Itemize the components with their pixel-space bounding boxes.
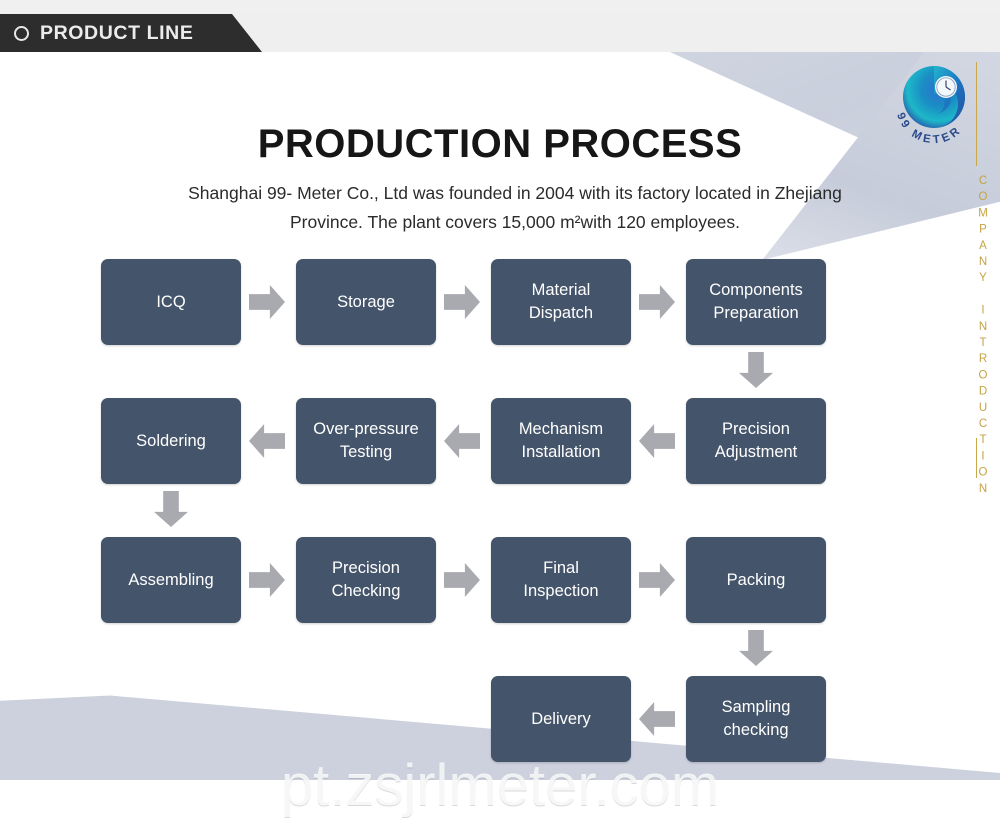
flow-box-icq[interactable]: ICQ bbox=[101, 259, 241, 345]
flow-box-mechanism-installation[interactable]: Mechanism Installation bbox=[491, 398, 631, 484]
flow-box-sampling-checking[interactable]: Sampling checking bbox=[686, 676, 826, 762]
product-line-tag[interactable]: PRODUCT LINE bbox=[0, 14, 262, 52]
flow-box-material-dispatch[interactable]: Material Dispatch bbox=[491, 259, 631, 345]
flow-box-label: Mechanism Installation bbox=[519, 418, 603, 464]
flow-box-label-line1: Mechanism bbox=[518, 420, 604, 438]
arrow-right-icon bbox=[639, 285, 675, 319]
flow-box-label-line2: Preparation bbox=[713, 304, 799, 322]
flow-box-label: Sampling checking bbox=[722, 696, 791, 742]
page-subtitle: Shanghai 99- Meter Co., Ltd was founded … bbox=[188, 183, 842, 232]
flow-box-label: ICQ bbox=[156, 292, 186, 311]
flow-box-delivery[interactable]: Delivery bbox=[491, 676, 631, 762]
flow-box-label-line2: Inspection bbox=[523, 582, 599, 600]
flow-box-precision-adjustment[interactable]: Precision Adjustment bbox=[686, 398, 826, 484]
flow-box-packing[interactable]: Packing bbox=[686, 537, 826, 623]
flow-box-label-line2: Dispatch bbox=[528, 304, 594, 322]
flow-box-label-line2: Adjustment bbox=[714, 443, 798, 461]
product-line-label: PRODUCT LINE bbox=[40, 21, 194, 44]
flow-box-components-preparation[interactable]: Components Preparation bbox=[686, 259, 826, 345]
slide-page: PRODUCT LINE 99 METER COMPANY INTRODUCTI… bbox=[0, 0, 1000, 832]
flow-box-label-line1: Precision bbox=[332, 559, 400, 577]
flow-box-label-line1: Over-pressure bbox=[313, 420, 419, 438]
gold-divider-bottom bbox=[976, 438, 977, 478]
arrow-left-icon bbox=[639, 424, 675, 458]
arrow-down-icon bbox=[154, 491, 188, 527]
arrow-right-icon bbox=[639, 563, 675, 597]
flow-box-label: Components Preparation bbox=[709, 279, 803, 325]
page-title: PRODUCTION PROCESS bbox=[257, 122, 743, 166]
flow-box-label: Material Dispatch bbox=[529, 279, 593, 325]
flow-box-label-line1: Precision bbox=[722, 420, 790, 438]
arrow-down-icon bbox=[739, 352, 773, 388]
flow-box-label: Soldering bbox=[136, 431, 206, 450]
flow-box-label: Delivery bbox=[531, 709, 591, 728]
flow-box-storage[interactable]: Storage bbox=[296, 259, 436, 345]
flow-box-final-inspection[interactable]: Final Inspection bbox=[491, 537, 631, 623]
flow-box-label-line1: Material bbox=[531, 281, 591, 299]
flow-box-label-line2: Testing bbox=[339, 443, 393, 461]
arrow-left-icon bbox=[444, 424, 480, 458]
flow-box-label-line1: Sampling bbox=[721, 698, 791, 716]
flow-box-label: Packing bbox=[726, 570, 786, 589]
flow-box-label: Over-pressure Testing bbox=[313, 418, 418, 464]
arrow-down-icon bbox=[739, 630, 773, 666]
flow-box-label-line1: Components bbox=[709, 281, 803, 299]
arrow-right-icon bbox=[249, 285, 285, 319]
top-banner: PRODUCT LINE bbox=[0, 0, 1000, 52]
flow-box-precision-checking[interactable]: Precision Checking bbox=[296, 537, 436, 623]
arrow-right-icon bbox=[249, 563, 285, 597]
flow-box-label-line1: Final bbox=[543, 559, 579, 577]
arrow-right-icon bbox=[444, 285, 480, 319]
flow-box-soldering[interactable]: Soldering bbox=[101, 398, 241, 484]
circle-icon bbox=[14, 25, 29, 41]
flow-box-label: Final Inspection bbox=[523, 557, 598, 603]
flow-box-label-line2: Checking bbox=[331, 582, 401, 600]
arrow-left-icon bbox=[639, 702, 675, 736]
arrow-left-icon bbox=[249, 424, 285, 458]
flow-box-label: Assembling bbox=[128, 570, 214, 589]
flow-box-label-line2: checking bbox=[723, 721, 789, 739]
flow-box-label-line2: Installation bbox=[521, 443, 601, 461]
flow-box-label: Precision Checking bbox=[332, 557, 401, 603]
flow-box-over-pressure-testing[interactable]: Over-pressure Testing bbox=[296, 398, 436, 484]
flow-box-label: Precision Adjustment bbox=[715, 418, 798, 464]
arrow-right-icon bbox=[444, 563, 480, 597]
company-introduction-label: COMPANY INTRODUCTION bbox=[977, 175, 989, 499]
flow-box-label: Storage bbox=[337, 292, 395, 311]
flow-box-assembling[interactable]: Assembling bbox=[101, 537, 241, 623]
